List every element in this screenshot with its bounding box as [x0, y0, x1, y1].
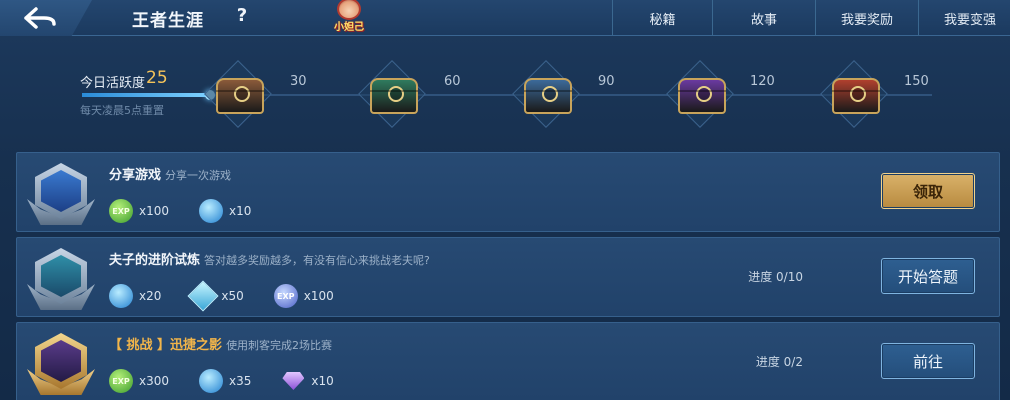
page-title: 王者生涯: [132, 11, 204, 31]
chest-30[interactable]: [204, 60, 272, 128]
reward-amount: x100: [139, 204, 170, 218]
tab-secrets[interactable]: 秘籍: [612, 0, 712, 36]
orb-icon: [109, 284, 133, 308]
chest-icon: [370, 78, 418, 114]
claim-button[interactable]: 领取: [881, 173, 975, 209]
orb-icon: [199, 199, 224, 223]
mascot-avatar-icon: [337, 0, 361, 20]
task-desc: 使用刺客完成2场比赛: [226, 339, 333, 352]
chest-150[interactable]: [820, 60, 888, 128]
task-title: 【 挑战 】迅捷之影: [109, 338, 223, 353]
tab-get-stronger[interactable]: 我要变强: [918, 0, 1010, 36]
orb-icon: [199, 369, 224, 393]
reward-item: EXP x100: [109, 199, 169, 223]
chest-icon: [832, 78, 880, 114]
reward-list: EXP x100 x10: [109, 199, 281, 223]
reward-item: x35: [199, 369, 251, 393]
task-title: 分享游戏: [109, 168, 162, 183]
task-progress: 进度 0/10: [748, 270, 803, 284]
reward-amount: x20: [139, 289, 162, 303]
milestone-150: 150: [904, 74, 929, 89]
start-quiz-button[interactable]: 开始答题: [881, 258, 975, 294]
reward-amount: x10: [229, 204, 252, 218]
task-desc: 答对越多奖励越多，有没有信心来挑战老夫呢?: [204, 254, 430, 267]
activity-label: 今日活跃度: [80, 76, 146, 91]
back-arrow-icon: [24, 7, 56, 29]
milestone-120: 120: [750, 74, 775, 89]
trial-task-icon: [27, 244, 97, 312]
exp-icon: EXP: [273, 284, 298, 308]
top-bar: 王者生涯 ? 小妲己 秘籍 故事 我要奖励 我要变强: [0, 0, 1010, 36]
reward-amount: x50: [221, 289, 244, 303]
chest-120[interactable]: [666, 60, 734, 128]
task-title: 夫子的进阶试炼: [109, 253, 201, 268]
chest-icon: [524, 78, 572, 114]
activity-value: 25: [146, 68, 168, 88]
reward-amount: x10: [311, 374, 334, 388]
share-task-icon: [27, 159, 97, 227]
reward-amount: x35: [229, 374, 252, 388]
reward-item: EXP x100: [273, 284, 334, 308]
gem-icon: [281, 369, 305, 393]
activity-reset-note: 每天凌晨5点重置: [80, 104, 164, 117]
activity-progress-fill: [82, 93, 210, 97]
reward-amount: x100: [303, 289, 334, 303]
reward-item: x20: [109, 284, 161, 308]
tab-bar: 秘籍 故事 我要奖励 我要变强: [612, 0, 1010, 36]
reward-item: x10: [199, 199, 251, 223]
milestone-60: 60: [444, 74, 461, 89]
chest-60[interactable]: [358, 60, 426, 128]
tab-story[interactable]: 故事: [712, 0, 815, 36]
task-desc: 分享一次游戏: [165, 169, 232, 182]
help-icon[interactable]: ?: [230, 4, 254, 28]
mascot-button[interactable]: 小妲己: [330, 0, 368, 36]
crystal-icon: [187, 280, 219, 312]
chest-90[interactable]: [512, 60, 580, 128]
reward-list: x20 x50 EXP x100: [109, 280, 364, 312]
challenge-task-icon: [27, 329, 97, 397]
mascot-label: 小妲己: [334, 22, 364, 33]
back-button[interactable]: [0, 0, 92, 36]
chest-icon: [216, 78, 264, 114]
activity-panel: 今日活跃度 25 每天凌晨5点重置 30 60 90 120 150: [0, 44, 1010, 140]
reward-item: EXP x300: [109, 369, 169, 393]
reward-list: EXP x300 x35 x10: [109, 369, 364, 393]
milestone-30: 30: [290, 74, 307, 89]
tab-rewards[interactable]: 我要奖励: [815, 0, 918, 36]
milestone-90: 90: [598, 74, 615, 89]
exp-icon: EXP: [109, 199, 133, 223]
go-button[interactable]: 前往: [881, 343, 975, 379]
exp-icon: EXP: [109, 369, 133, 393]
reward-item: x10: [281, 369, 334, 393]
task-progress: 进度 0/2: [755, 355, 803, 369]
chest-icon: [678, 78, 726, 114]
reward-amount: x300: [139, 374, 170, 388]
task-share-game: 分享游戏 分享一次游戏 EXP x100 x10 领取: [16, 152, 1000, 232]
task-challenge-swift-shadow: 【 挑战 】迅捷之影 使用刺客完成2场比赛 EXP x300 x35 x10 进度…: [16, 322, 1000, 400]
task-advanced-trial: 夫子的进阶试炼 答对越多奖励越多，有没有信心来挑战老夫呢? x20 x50 EXP…: [16, 237, 1000, 317]
reward-item: x50: [187, 280, 244, 312]
